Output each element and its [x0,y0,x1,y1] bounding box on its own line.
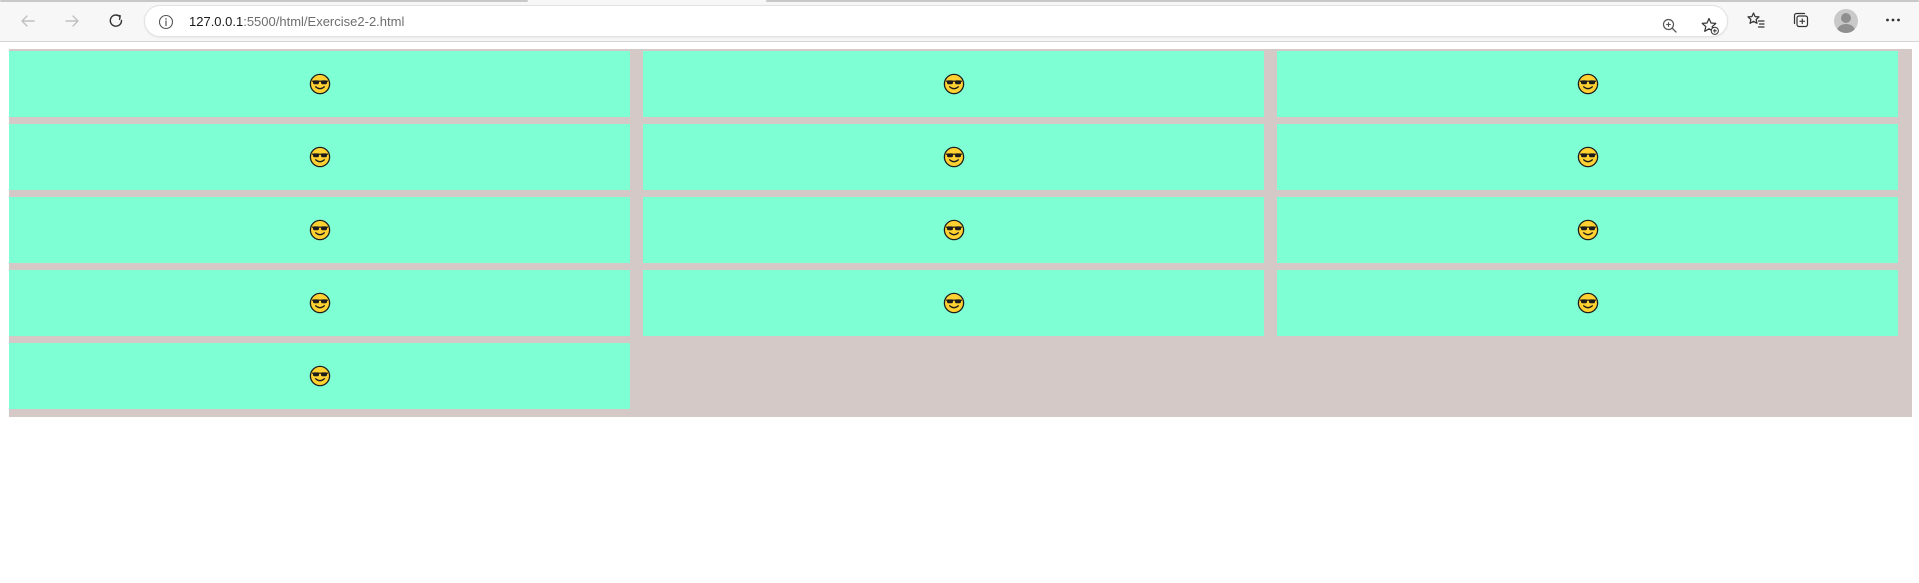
zoom-in-icon[interactable] [1655,11,1685,41]
smiling-face-with-sunglasses-icon [1577,219,1599,241]
favorites-list-icon[interactable] [1741,5,1771,35]
tab-strip-edge [766,0,1919,2]
smiling-face-with-sunglasses-icon [309,73,331,95]
smiling-face-with-sunglasses-icon [943,73,965,95]
url-text[interactable]: 127.0.0.1:5500/html/Exercise2-2.html [189,14,404,30]
smiling-face-with-sunglasses-icon [943,292,965,314]
star-add-icon[interactable] [1695,11,1725,41]
url-host: 127.0.0.1 [189,14,244,29]
grid-cell [643,51,1264,117]
smiling-face-with-sunglasses-icon [309,219,331,241]
info-icon[interactable] [157,13,174,30]
grid-cell [643,270,1264,336]
grid-cell [9,197,630,263]
grid-cell [1277,51,1898,117]
profile-avatar-icon[interactable] [1834,9,1858,33]
forward-button[interactable] [55,4,89,38]
smiling-face-with-sunglasses-icon [1577,73,1599,95]
refresh-icon [107,12,125,30]
avatar-body [1837,24,1855,33]
smiling-face-with-sunglasses-icon [943,146,965,168]
arrow-left-icon [19,12,37,30]
arrow-right-icon [63,12,81,30]
avatar-head [1841,13,1851,23]
grid-cell [9,51,630,117]
grid-cell [643,197,1264,263]
smiling-face-with-sunglasses-icon [943,219,965,241]
grid-cell [1277,197,1898,263]
tab-strip-edge [0,0,528,2]
refresh-button[interactable] [99,4,133,38]
smiling-face-with-sunglasses-icon [309,146,331,168]
back-button[interactable] [11,4,45,38]
grid-cell [643,124,1264,190]
grid-cell [9,343,630,409]
smiling-face-with-sunglasses-icon [309,292,331,314]
browser-toolbar: 127.0.0.1:5500/html/Exercise2-2.html [0,0,1919,42]
smiling-face-with-sunglasses-icon [1577,292,1599,314]
smiling-face-with-sunglasses-icon [309,365,331,387]
grid-cell [1277,270,1898,336]
grid-cell [1277,124,1898,190]
grid-container [9,49,1912,417]
address-bar[interactable]: 127.0.0.1:5500/html/Exercise2-2.html [144,5,1728,37]
more-horizontal-icon[interactable] [1878,5,1908,35]
url-path: :5500/html/Exercise2-2.html [243,14,405,29]
grid-cell [9,124,630,190]
collections-icon[interactable] [1786,5,1816,35]
smiling-face-with-sunglasses-icon [1577,146,1599,168]
grid-cell [9,270,630,336]
